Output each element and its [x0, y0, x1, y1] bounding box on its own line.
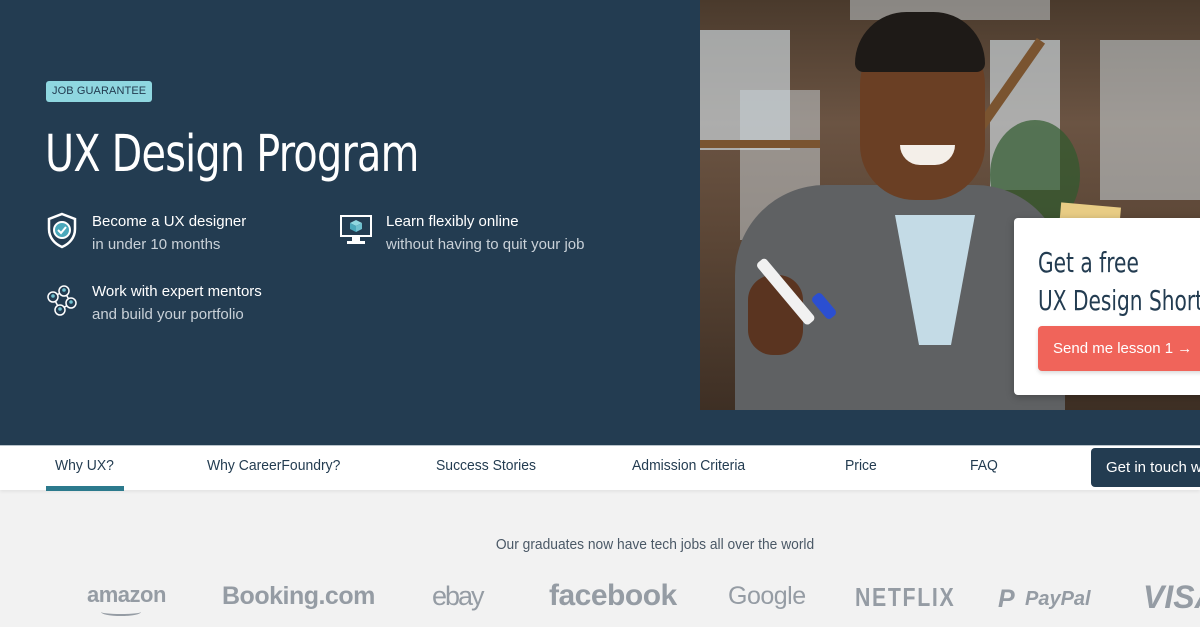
shield-check-icon — [47, 212, 77, 249]
section-nav: Why UX? Why CareerFoundry? Success Stori… — [0, 445, 1200, 491]
feature-subtitle: without having to quit your job — [386, 236, 585, 253]
hero-section: JOB GUARANTEE UX Design Program Become a… — [0, 0, 1200, 445]
nav-why-careerfoundry[interactable]: Why CareerFoundry? — [207, 457, 340, 474]
active-tab-indicator — [46, 486, 124, 491]
feature-subtitle: in under 10 months — [92, 236, 221, 253]
employers-tagline: Our graduates now have tech jobs all ove… — [495, 536, 815, 553]
ebay-logo: ebay — [432, 581, 485, 611]
page-title: UX Design Program — [45, 125, 419, 184]
paypal-logo: PayPal — [1025, 588, 1091, 610]
free-course-title: Get a free UX Design Short Course — [1038, 244, 1200, 320]
nav-why-ux[interactable]: Why UX? — [55, 457, 114, 474]
feature-subtitle: and build your portfolio — [92, 306, 244, 323]
feature-title: Work with expert mentors — [92, 283, 262, 300]
monitor-icon — [340, 215, 372, 244]
get-in-touch-button[interactable]: Get in touch with us — [1091, 448, 1200, 487]
visa-logo: VISA — [1143, 579, 1200, 615]
photo-beam — [700, 140, 820, 148]
feature-title: Learn flexibly online — [386, 213, 519, 230]
job-guarantee-badge: JOB GUARANTEE — [46, 81, 153, 102]
free-course-title-line1: Get a free — [1038, 246, 1139, 279]
feature-become-designer: Become a UX designer in under 10 months — [45, 211, 246, 257]
nav-success-stories[interactable]: Success Stories — [436, 457, 536, 474]
send-lesson-button[interactable]: Send me lesson 1 → — [1038, 326, 1200, 371]
feature-learn-online: Learn flexibly online without having to … — [339, 211, 584, 257]
free-course-card: Get a free UX Design Short Course Send m… — [1014, 218, 1200, 395]
mentors-network-icon — [47, 285, 77, 316]
paypal-icon: P — [998, 585, 1015, 613]
google-logo: Google — [728, 582, 806, 610]
nav-admission-criteria[interactable]: Admission Criteria — [632, 457, 745, 474]
amazon-logo-text: amazon — [87, 582, 166, 607]
employer-logos: amazon Booking.com ebay facebook Google … — [0, 575, 1200, 620]
nav-price[interactable]: Price — [845, 457, 877, 474]
booking-logo: Booking.com — [222, 582, 375, 610]
amazon-logo: amazon — [87, 582, 166, 616]
nav-faq[interactable]: FAQ — [970, 457, 998, 474]
facebook-logo: facebook — [549, 579, 677, 612]
free-course-title-line2: UX Design Short Course — [1038, 284, 1200, 317]
netflix-logo: NETFLIX — [855, 582, 956, 612]
photo-person-hair — [855, 12, 985, 72]
feature-mentors: Work with expert mentors and build your … — [45, 281, 262, 327]
amazon-smile-icon — [101, 608, 141, 616]
photo-window — [1100, 40, 1200, 200]
feature-title: Become a UX designer — [92, 213, 247, 230]
